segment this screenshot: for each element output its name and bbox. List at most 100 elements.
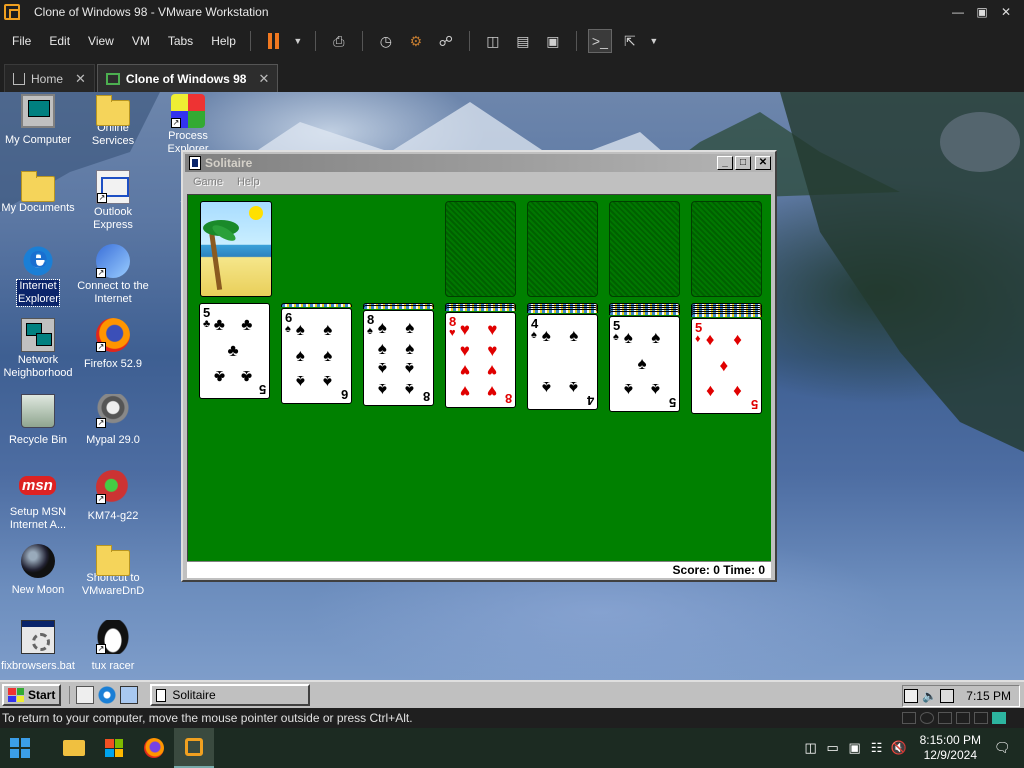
tableau-card[interactable]: 5 ♠ ♠ ♠ ♠ ♠ ♠ 5	[609, 316, 680, 412]
volume-muted-icon[interactable]: 🔇	[891, 740, 907, 756]
solitaire-window[interactable]: Solitaire _ □ ✕ Game Help 5 ♣ ♣ ♣ ♣ ♣ ♣ …	[181, 150, 777, 582]
display-icon[interactable]	[974, 712, 988, 724]
device-icons	[902, 712, 1006, 724]
menu-help[interactable]: Help	[211, 34, 236, 48]
display-icon[interactable]: ▣	[847, 740, 863, 756]
desktop-icon-recycle-bin[interactable]: Recycle Bin	[0, 394, 76, 448]
full-screen-icon[interactable]: ⇱	[619, 30, 641, 52]
card-pip-icon: ♠	[323, 372, 333, 392]
close-tab-icon[interactable]: ✕	[258, 71, 269, 87]
stock-pile[interactable]	[200, 201, 272, 297]
minimize-button[interactable]: _	[717, 156, 733, 170]
snapshot-manager-icon[interactable]: ☍	[435, 30, 457, 52]
usb-icon[interactable]	[956, 712, 970, 724]
menu-edit[interactable]: Edit	[49, 34, 70, 48]
desktop-icon-setup-msn[interactable]: Setup MSN Internet A...	[0, 470, 76, 533]
menu-view[interactable]: View	[88, 34, 114, 48]
game-board[interactable]: 5 ♣ ♣ ♣ ♣ ♣ ♣ 5 6 ♠ ♠ ♠ ♠ ♠ ♠ ♠ 6 8 ♠ ♠ ♠ ♠ ♠ ♠ ♠ ♠ ♠ 8 8 ♥ ♥ ♥ ♥ ♥ ♥ ♥ ♥ ♥ 8 4…	[187, 194, 771, 561]
hard-disk-icon[interactable]	[902, 712, 916, 724]
foundation-slot[interactable]	[527, 201, 598, 297]
maximize-icon[interactable]: ▣	[970, 0, 994, 24]
menu-game[interactable]: Game	[193, 176, 223, 188]
network-tray-icon[interactable]	[904, 689, 919, 703]
desktop-icon-my-computer[interactable]: My Computer	[0, 94, 76, 148]
usb-device-icon[interactable]: ▭	[825, 740, 841, 756]
chevron-down-icon[interactable]: ▼	[649, 30, 659, 52]
vmware-status-bar: To return to your computer, move the mou…	[0, 708, 1024, 728]
desktop-icon-km74-g22[interactable]: ↗ KM74-g22	[75, 470, 151, 524]
close-button[interactable]: ✕	[755, 156, 771, 170]
desktop-icon-online-services[interactable]: Online Services	[75, 94, 151, 149]
tab-clone-windows-98[interactable]: Clone of Windows 98 ✕	[96, 64, 279, 92]
revert-snapshot-icon[interactable]: ⚙	[405, 30, 427, 52]
maximize-button[interactable]: □	[735, 156, 751, 170]
tableau-card[interactable]: 6 ♠ ♠ ♠ ♠ ♠ ♠ ♠ 6	[281, 308, 352, 404]
console-view-icon[interactable]: >_	[587, 29, 612, 53]
tableau-card[interactable]: 4 ♠ ♠ ♠ ♠ ♠ 4	[527, 314, 598, 410]
messages-icon[interactable]	[992, 712, 1006, 724]
file-explorer-icon[interactable]	[54, 728, 94, 768]
notifications-icon[interactable]: 🗨	[994, 740, 1011, 756]
foundation-slot[interactable]	[445, 201, 516, 297]
tab-home[interactable]: Home ✕	[4, 64, 95, 92]
solitaire-titlebar[interactable]: Solitaire _ □ ✕	[185, 154, 773, 172]
host-clock[interactable]: 8:15:00 PM 12/9/2024	[920, 733, 981, 763]
desktop-icon-outlook-express[interactable]: ↗ Outlook Express	[75, 170, 151, 233]
taskbar-button-solitaire[interactable]: Solitaire	[150, 684, 311, 706]
channels-icon[interactable]	[120, 686, 139, 704]
card-pip-icon: ♥	[487, 340, 498, 360]
menu-vm[interactable]: VM	[132, 34, 150, 48]
desktop-icon-shortcut-vmwarednd[interactable]: Shortcut to VMwareDnD	[75, 544, 151, 599]
desktop-icon-connect-to-internet[interactable]: ↗ Connect to the Internet	[75, 244, 151, 307]
desktop-icon-tux-racer[interactable]: ↗ tux racer	[75, 620, 151, 674]
snapshot-icon[interactable]: ◷	[375, 30, 397, 52]
vmware-workstation-icon[interactable]	[174, 728, 214, 768]
menu-help[interactable]: Help	[237, 176, 260, 188]
host-start-button[interactable]	[0, 728, 40, 768]
menu-tabs[interactable]: Tabs	[168, 34, 193, 48]
desktop-icon-fixbrowsers-bat[interactable]: fixbrowsers.bat	[0, 620, 76, 674]
menu-file[interactable]: File	[12, 34, 31, 48]
shortcut-arrow-icon: ↗	[96, 494, 106, 504]
tableau-card[interactable]: 5 ♦ ♦ ♦ ♦ ♦ ♦ 5	[691, 318, 762, 414]
cd-drive-icon[interactable]	[920, 712, 934, 724]
foundation-slot[interactable]	[609, 201, 680, 297]
desktop-icon-mypal[interactable]: ↗ Mypal 29.0	[75, 394, 151, 448]
close-tab-icon[interactable]: ✕	[75, 71, 86, 87]
desktop-icon-new-moon[interactable]: New Moon	[0, 544, 76, 598]
desktop-icon-internet-explorer[interactable]: Internet Explorer	[0, 240, 76, 307]
store-icon[interactable]	[94, 728, 134, 768]
desktop-icon-network-neighborhood[interactable]: Network Neighborhood	[0, 318, 76, 381]
send-ctrl-alt-del-icon[interactable]: ⎙	[328, 30, 350, 52]
chevron-down-icon[interactable]: ▼	[293, 30, 303, 52]
thumbnail-view-icon[interactable]: ▤	[512, 30, 534, 52]
tableau-card[interactable]: 5 ♣ ♣ ♣ ♣ ♣ ♣ 5	[199, 303, 270, 399]
desktop-icon-label: Setup MSN Internet A...	[9, 506, 67, 531]
tableau-card[interactable]: 8 ♠ ♠ ♠ ♠ ♠ ♠ ♠ ♠ ♠ 8	[363, 310, 434, 406]
desktop-icon-process-explorer[interactable]: ↗ Process Explorer	[150, 94, 226, 157]
firefox-icon[interactable]	[134, 728, 174, 768]
pause-icon[interactable]	[263, 30, 285, 52]
guest-desktop[interactable]: My Computer My Documents Internet Explor…	[0, 92, 1024, 680]
network-adapter-icon[interactable]	[938, 712, 952, 724]
card-pip-icon: ♣	[227, 341, 239, 360]
ie-icon[interactable]	[98, 686, 117, 704]
foundation-slot[interactable]	[691, 201, 762, 297]
close-icon[interactable]: ✕	[994, 0, 1018, 24]
minimize-icon[interactable]: —	[946, 0, 970, 24]
task-scheduler-icon[interactable]	[940, 689, 955, 703]
fit-guest-icon[interactable]: ▣	[542, 30, 564, 52]
tableau-card[interactable]: 8 ♥ ♥ ♥ ♥ ♥ ♥ ♥ ♥ ♥ 8	[445, 312, 516, 408]
library-view-icon[interactable]: ◫	[482, 30, 504, 52]
guest-clock[interactable]: 7:15 PM	[966, 689, 1011, 703]
desktop-icon-my-documents[interactable]: My Documents	[0, 170, 76, 216]
volume-icon[interactable]: 🔈	[922, 689, 937, 703]
guest-system-tray: 🔈 7:15 PM	[902, 685, 1020, 707]
card-pip-icon: ♠	[295, 319, 305, 339]
ie-icon	[21, 240, 55, 278]
start-button[interactable]: Start	[2, 684, 62, 706]
desktop-icon-firefox[interactable]: ↗ Firefox 52.9	[75, 318, 151, 372]
show-desktop-icon[interactable]	[76, 686, 95, 704]
network-icon[interactable]: ☷	[869, 740, 885, 756]
task-view-icon[interactable]: ◫	[803, 740, 819, 756]
